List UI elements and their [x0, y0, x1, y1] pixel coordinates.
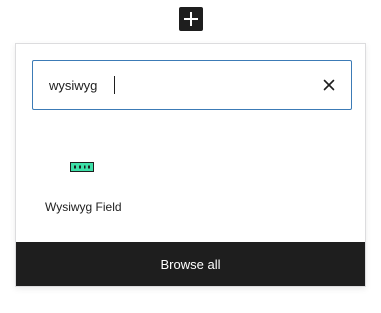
block-inserter-popover: Wysiwyg Field Browse all	[15, 43, 366, 287]
browse-all-button[interactable]: Browse all	[16, 242, 365, 286]
text-cursor	[114, 76, 115, 94]
search-box	[32, 60, 352, 110]
close-icon	[323, 79, 335, 91]
clear-search-button[interactable]	[317, 73, 341, 97]
plus-icon	[184, 12, 198, 26]
search-input[interactable]	[33, 61, 317, 109]
block-result-wysiwyg-field[interactable]: Wysiwyg Field	[32, 142, 132, 232]
add-block-button[interactable]	[179, 7, 203, 31]
wysiwyg-block-icon	[70, 162, 94, 172]
block-result-label: Wysiwyg Field	[45, 200, 122, 214]
